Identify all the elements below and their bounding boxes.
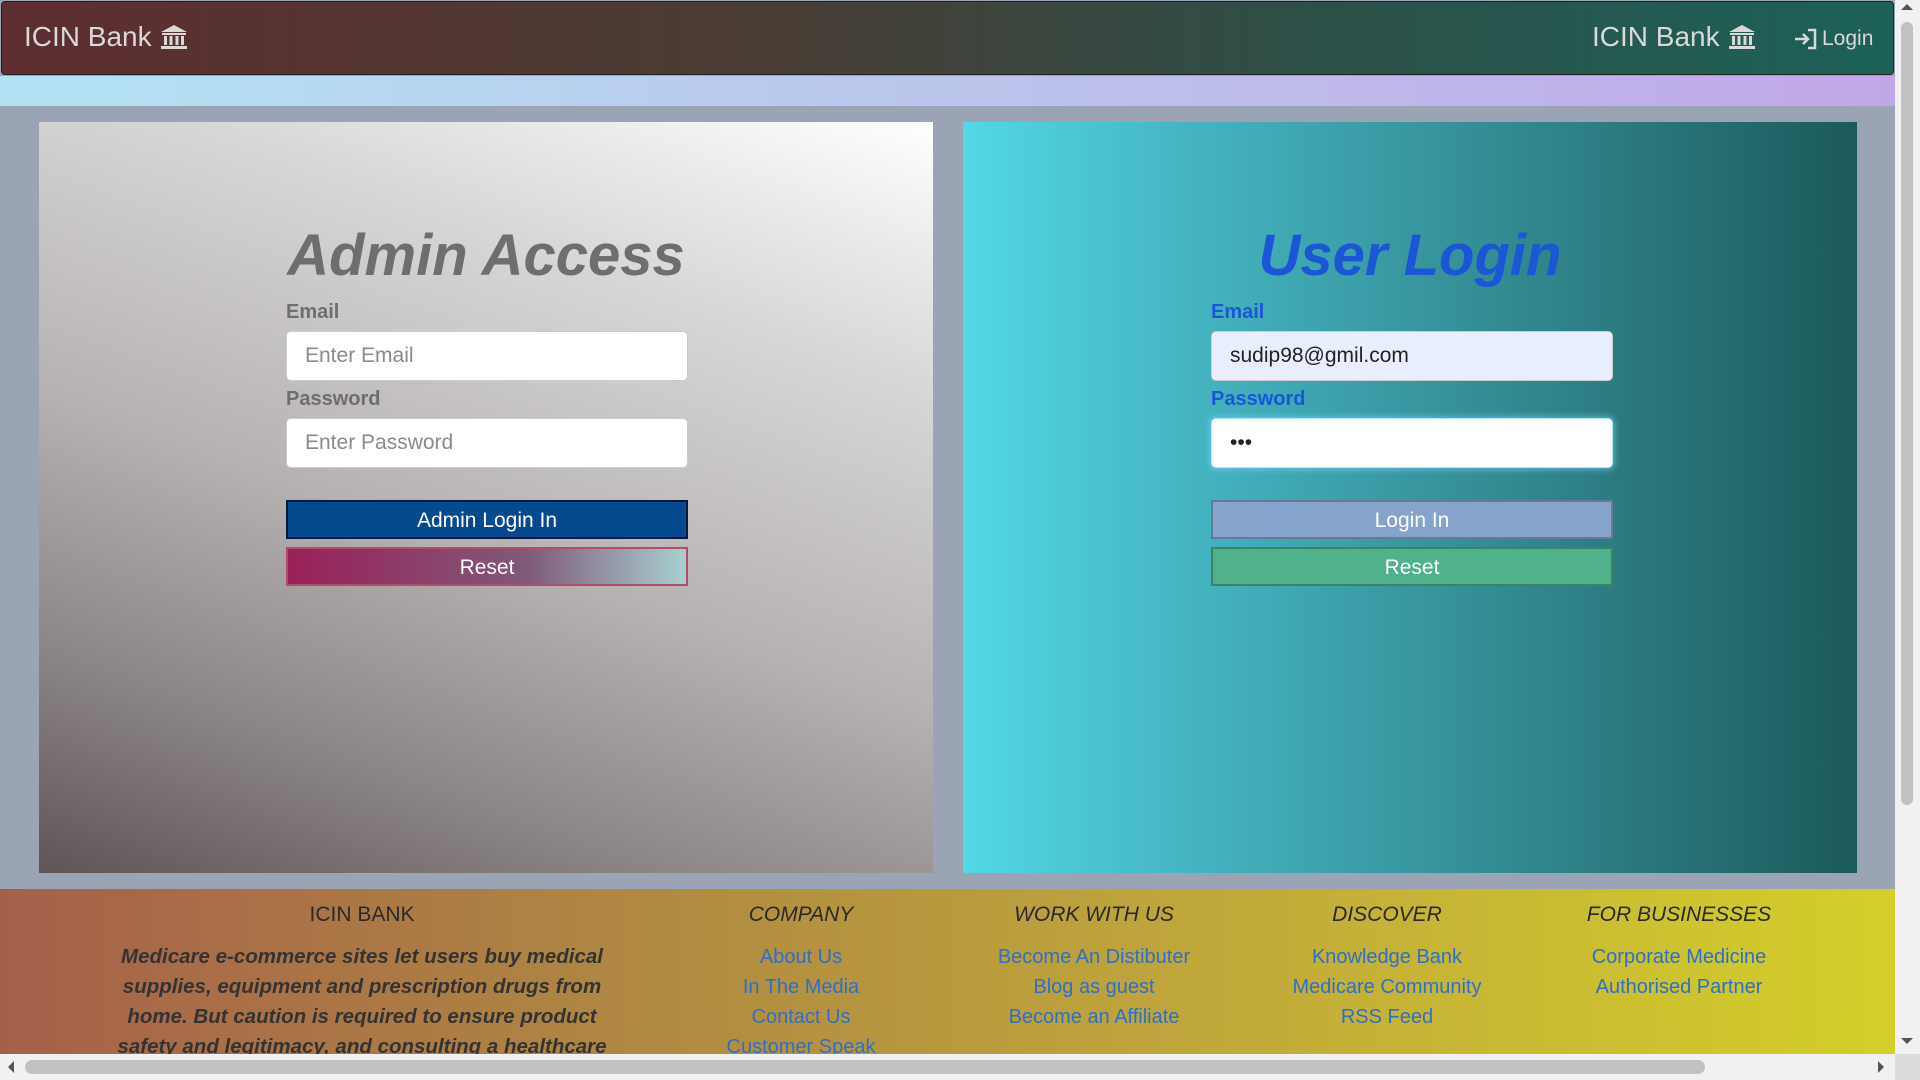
admin-panel: Admin Access Email Password Admin Login … [39, 122, 933, 873]
scroll-up-arrow-icon[interactable] [1901, 4, 1913, 10]
footer-about: ICIN BANK Medicare e-commerce sites let … [110, 889, 614, 1054]
bank-icon [160, 25, 187, 49]
vertical-scrollbar-thumb[interactable] [1901, 22, 1913, 805]
footer-about-heading: ICIN BANK [309, 903, 415, 926]
user-password-label: Password [1211, 388, 1306, 410]
footer-company: COMPANY About Us In The Media Contact Us… [681, 889, 921, 1054]
footer-business-heading: FOR BUSINESSES [1586, 903, 1772, 926]
brand-left[interactable]: ICIN Bank [24, 21, 188, 53]
admin-password-label: Password [286, 388, 381, 410]
footer-work: WORK WITH US Become An Distibuter Blog a… [974, 889, 1214, 1032]
footer-company-heading: COMPANY [748, 903, 854, 926]
brand-left-label: ICIN Bank [24, 21, 152, 52]
sign-in-icon [1795, 28, 1817, 50]
user-title: User Login [1258, 223, 1562, 288]
footer-business: FOR BUSINESSES Corporate Medicine Author… [1559, 889, 1799, 1002]
admin-email-label: Email [286, 301, 340, 323]
footer-link-about-us[interactable]: About Us [681, 942, 921, 972]
horizontal-scrollbar-thumb[interactable] [25, 1060, 1705, 1074]
footer-discover: DISCOVER Knowledge Bank Medicare Communi… [1267, 889, 1507, 1032]
footer: ICIN BANK Medicare e-commerce sites let … [0, 889, 1895, 1054]
nav-login-label: Login [1822, 27, 1874, 50]
scrollbar-corner [1895, 1054, 1920, 1080]
footer-link-customer-speak[interactable]: Customer Speak [681, 1032, 921, 1054]
footer-link-become-affiliate[interactable]: Become an Affiliate [974, 1002, 1214, 1032]
admin-email-input[interactable] [286, 331, 688, 381]
footer-link-medicare-community[interactable]: Medicare Community [1267, 972, 1507, 1002]
user-email-label: Email [1211, 301, 1265, 323]
user-email-input[interactable] [1211, 331, 1613, 381]
decorative-strip [0, 76, 1895, 106]
scroll-down-arrow-icon[interactable] [1901, 1038, 1913, 1044]
brand-right[interactable]: ICIN Bank [1592, 21, 1756, 53]
footer-link-become-distibuter[interactable]: Become An Distibuter [974, 942, 1214, 972]
footer-link-blog-as-guest[interactable]: Blog as guest [974, 972, 1214, 1002]
user-login-button[interactable]: Login In [1211, 500, 1613, 539]
bank-icon [1728, 25, 1755, 49]
footer-discover-heading: DISCOVER [1332, 903, 1442, 926]
footer-link-knowledge-bank[interactable]: Knowledge Bank [1267, 942, 1507, 972]
brand-right-label: ICIN Bank [1592, 21, 1720, 52]
nav-login-link[interactable]: Login [1794, 27, 1873, 51]
user-password-input[interactable]: ••• [1211, 418, 1613, 468]
user-panel: User Login Email Password ••• Login In R… [963, 122, 1857, 873]
admin-login-button[interactable]: Admin Login In [286, 500, 688, 539]
scroll-right-arrow-icon[interactable] [1878, 1061, 1884, 1073]
user-reset-button[interactable]: Reset [1211, 547, 1613, 586]
navbar: ICIN Bank ICIN Bank Login [1, 1, 1894, 75]
footer-link-authorised-partner[interactable]: Authorised Partner [1559, 972, 1799, 1002]
user-form: Email Password ••• Login In Reset [1211, 301, 1613, 586]
footer-link-corporate-medicine[interactable]: Corporate Medicine [1559, 942, 1799, 972]
admin-form: Email Password Admin Login In Reset [286, 301, 688, 586]
footer-work-heading: WORK WITH US [1014, 903, 1174, 926]
footer-link-contact-us[interactable]: Contact Us [681, 1002, 921, 1032]
footer-about-text: Medicare e-commerce sites let users buy … [117, 945, 607, 1054]
footer-link-in-the-media[interactable]: In The Media [681, 972, 921, 1002]
admin-title: Admin Access [287, 223, 685, 288]
footer-link-rss-feed[interactable]: RSS Feed [1267, 1002, 1507, 1032]
admin-reset-button[interactable]: Reset [286, 547, 688, 586]
scroll-left-arrow-icon[interactable] [8, 1061, 14, 1073]
admin-password-input[interactable] [286, 418, 688, 468]
